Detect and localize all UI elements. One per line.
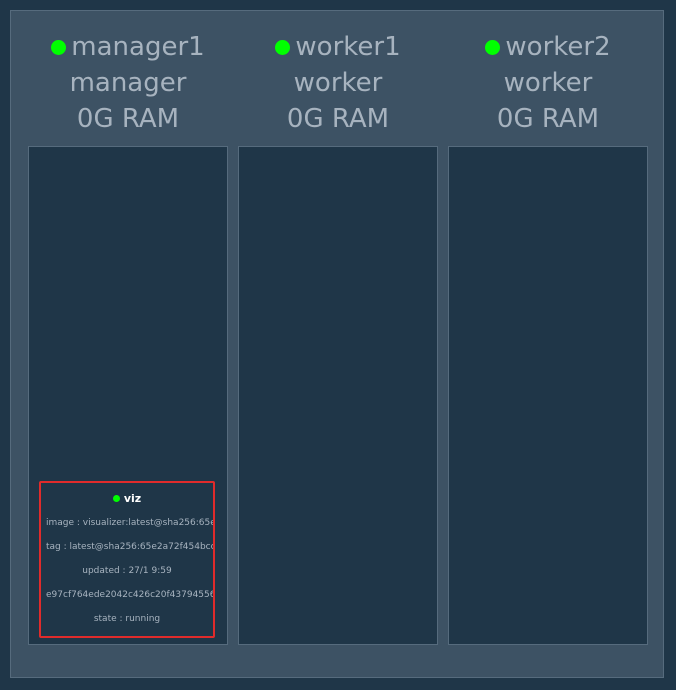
node-name: worker2 — [505, 32, 611, 62]
node-role: worker — [503, 68, 593, 98]
node-status-icon — [275, 39, 291, 55]
node-ram: 0G RAM — [496, 104, 600, 134]
node-name: worker1 — [295, 32, 401, 62]
task-tag: tag : latest@sha256:65e2a72f454bcc — [46, 542, 213, 552]
swarm-visualizer-panel: manager1 manager 0G RAM viz image : visu… — [10, 10, 664, 678]
node-header: worker1 worker 0G RAM — [238, 29, 438, 137]
node-task-area — [448, 146, 648, 645]
node-column-manager1: manager1 manager 0G RAM viz image : visu… — [28, 11, 228, 679]
task-name: viz — [123, 492, 142, 505]
task-image: image : visualizer:latest@sha256:65e — [46, 518, 213, 528]
node-role: manager — [69, 68, 187, 98]
node-column-worker1: worker1 worker 0G RAM — [238, 11, 438, 679]
task-status-icon — [112, 495, 120, 502]
node-header: manager1 manager 0G RAM — [28, 29, 228, 137]
node-role: worker — [293, 68, 383, 98]
task-card-viz[interactable]: viz image : visualizer:latest@sha256:65e… — [39, 481, 215, 638]
node-status-icon — [485, 39, 501, 55]
task-state: state : running — [93, 614, 161, 624]
node-task-area: viz image : visualizer:latest@sha256:65e… — [28, 146, 228, 645]
node-name: manager1 — [71, 32, 205, 62]
task-id: e97cf764ede2042c426c20f43794556 — [46, 590, 213, 600]
node-header: worker2 worker 0G RAM — [448, 29, 648, 137]
node-column-worker2: worker2 worker 0G RAM — [448, 11, 648, 679]
node-status-icon — [51, 39, 67, 55]
node-ram: 0G RAM — [286, 104, 390, 134]
task-updated: updated : 27/1 9:59 — [82, 566, 172, 576]
node-ram: 0G RAM — [76, 104, 180, 134]
node-task-area — [238, 146, 438, 645]
